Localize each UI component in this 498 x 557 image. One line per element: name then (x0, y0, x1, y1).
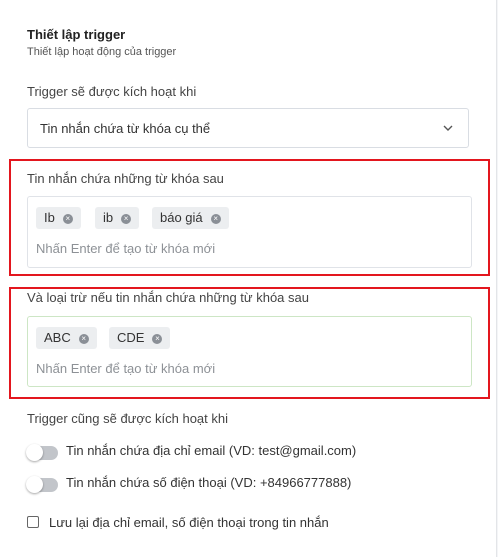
trigger-when-label: Trigger sẽ được kích hoạt khi (27, 84, 197, 99)
save-contact-checkbox[interactable] (27, 516, 39, 528)
remove-tag-icon[interactable]: × (152, 334, 163, 344)
email-trigger-label: Tin nhắn chứa địa chỉ email (VD: test@gm… (66, 443, 357, 458)
save-contact-label: Lưu lại địa chỉ email, số điện thoại tro… (49, 515, 329, 530)
remove-tag-icon[interactable]: × (62, 214, 73, 224)
toggle-knob (26, 476, 43, 493)
also-trigger-label: Trigger cũng sẽ được kích hoạt khi (27, 411, 229, 426)
include-keyword-input[interactable] (36, 241, 396, 256)
exclude-keywords-label: Và loại trừ nếu tin nhắn chứa những từ k… (27, 290, 309, 305)
include-keywords-label: Tin nhắn chứa những từ khóa sau (27, 171, 224, 186)
keyword-tag: ib × (95, 207, 140, 229)
keyword-tag-label: Ib (44, 210, 55, 225)
section-title: Thiết lập trigger (27, 27, 126, 42)
trigger-condition-value: Tin nhắn chứa từ khóa cụ thể (40, 121, 211, 136)
remove-tag-icon[interactable]: × (78, 334, 89, 344)
exclude-keywords-field[interactable]: ABC × CDE × (27, 316, 472, 387)
trigger-settings-panel: Thiết lập trigger Thiết lập hoạt động củ… (0, 0, 497, 557)
phone-trigger-toggle[interactable] (26, 476, 58, 493)
keyword-tag: Ib × (36, 207, 81, 229)
trigger-condition-select[interactable]: Tin nhắn chứa từ khóa cụ thể (27, 108, 469, 148)
keyword-tag-label: báo giá (160, 210, 203, 225)
include-keywords-field[interactable]: Ib × ib × báo giá × (27, 196, 472, 268)
keyword-tag: báo giá × (152, 207, 229, 229)
keyword-tag-label: ib (103, 210, 114, 225)
keyword-tag: ABC × (36, 327, 97, 349)
keyword-tag: CDE × (109, 327, 171, 349)
chevron-down-icon (443, 125, 453, 131)
keyword-tag-label: ABC (44, 330, 71, 345)
email-trigger-toggle[interactable] (26, 444, 58, 461)
section-subtitle: Thiết lập hoạt động của trigger (27, 46, 177, 58)
remove-tag-icon[interactable]: × (121, 214, 132, 224)
phone-trigger-label: Tin nhắn chứa số điện thoại (VD: +849667… (66, 475, 352, 490)
exclude-keyword-input[interactable] (36, 361, 396, 376)
toggle-knob (26, 444, 43, 461)
keyword-tag-label: CDE (117, 330, 145, 345)
remove-tag-icon[interactable]: × (210, 214, 221, 224)
